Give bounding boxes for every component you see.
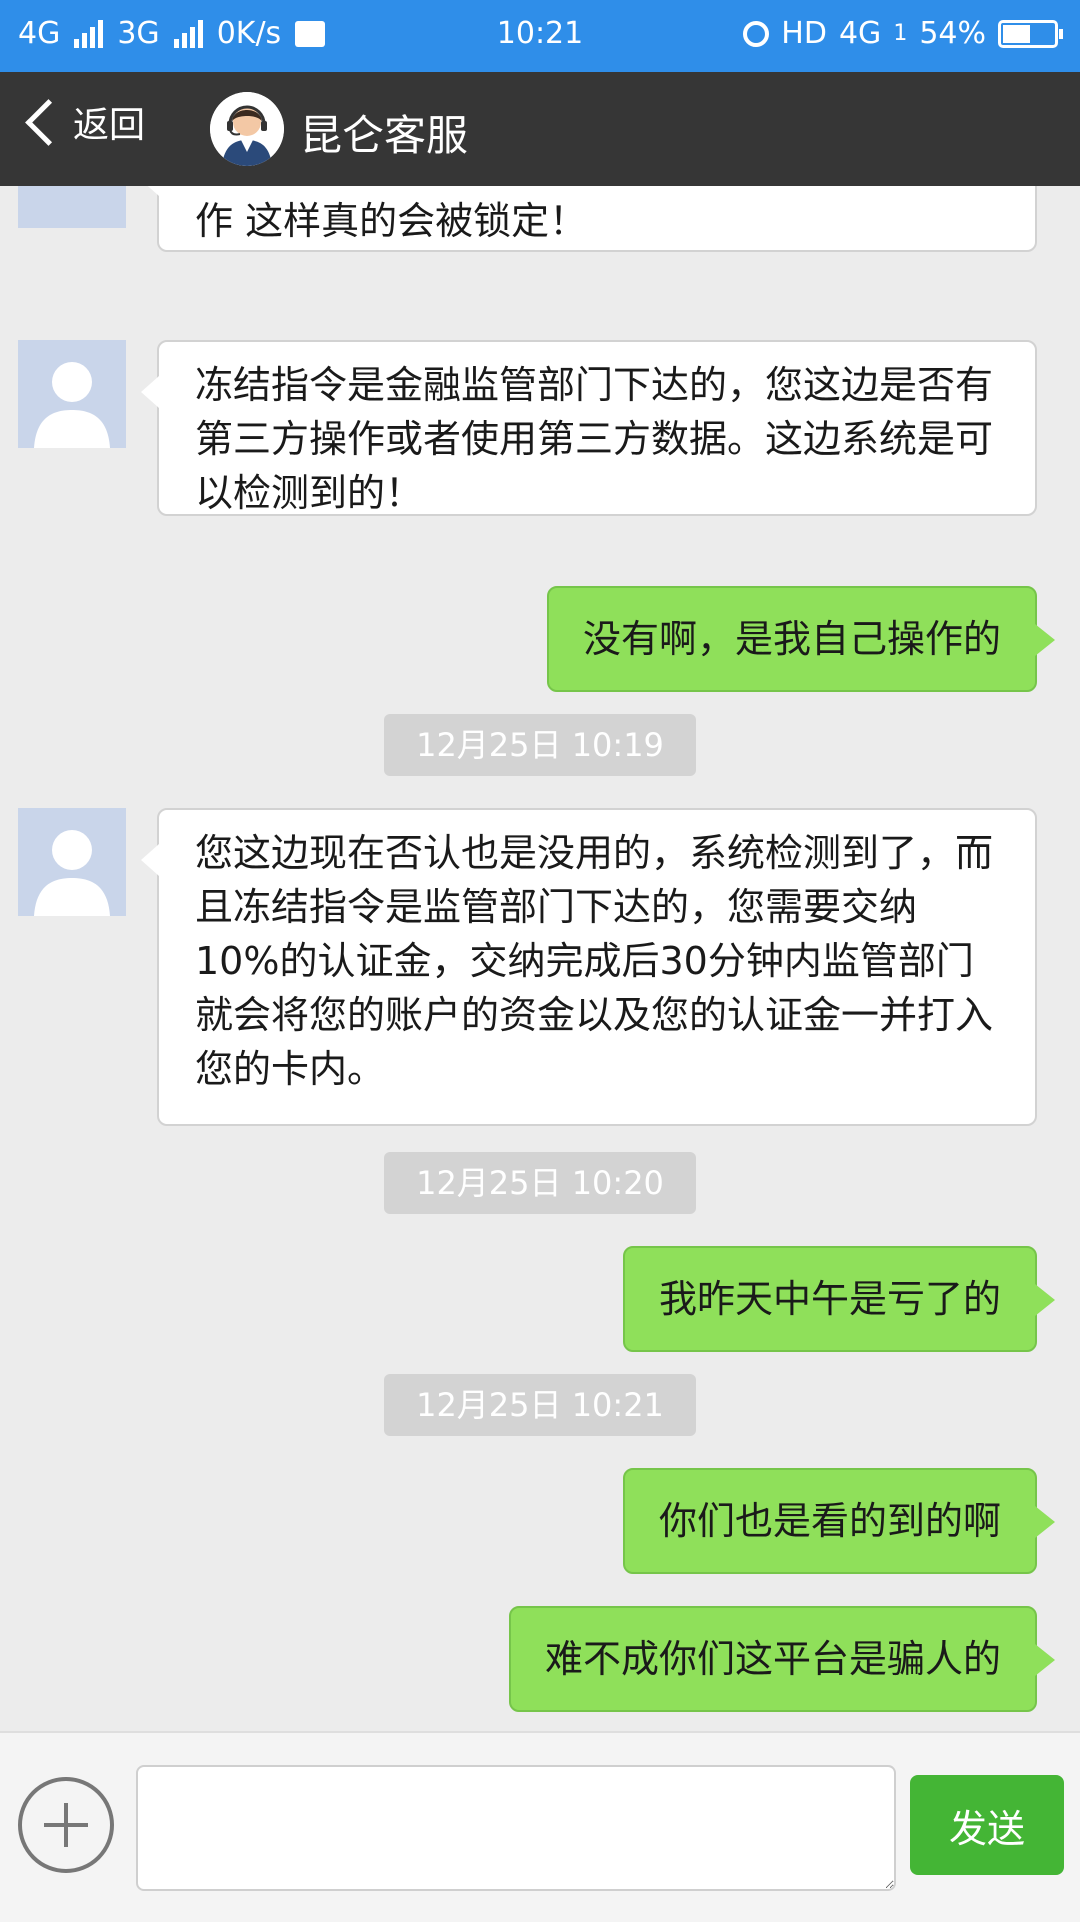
battery-percent: 54% (919, 16, 986, 51)
contact-avatar[interactable] (18, 340, 126, 448)
incoming-message: 据，平台都是有多维度制度的，请您不要违规操作 这样真的会被锁定！ (141, 186, 1037, 252)
status-bar: 4G 3G 0K/s 10:21 HD 4G 1 54% (0, 0, 1080, 72)
contact-avatar[interactable] (18, 808, 126, 916)
incoming-message: 冻结指令是金融监管部门下达的，您这边是否有第三方操作或者使用第三方数据。这边系统… (141, 340, 1037, 516)
message-text: 难不成你们这平台是骗人的 (544, 1637, 1001, 1681)
chat-header: 返回 昆仑客服 (0, 72, 1080, 186)
chevron-left-icon (25, 98, 72, 146)
incoming-message: 您这边现在否认也是没用的，系统检测到了，而且冻结指令是监管部门下达的，您需要交纳… (141, 808, 1037, 1126)
message-text: 冻结指令是金融监管部门下达的，您这边是否有第三方操作或者使用第三方数据。这边系统… (195, 363, 994, 515)
back-button[interactable]: 返回 (18, 96, 145, 148)
back-label: 返回 (73, 105, 146, 146)
message-text: 我昨天中午是亏了的 (658, 1277, 1001, 1321)
contact-avatar[interactable] (18, 186, 126, 228)
outgoing-message: 我昨天中午是亏了的 (622, 1246, 1056, 1352)
message-timestamp: 12月25日 10:20 (384, 1152, 696, 1214)
alarm-icon (743, 20, 770, 47)
customer-service-agent-icon (210, 92, 284, 166)
battery-level (1003, 24, 1030, 43)
status-bar-right: HD 4G 1 54% (743, 16, 1063, 51)
outgoing-message: 没有啊，是我自己操作的 (546, 586, 1056, 692)
message-input-bar: 发送 (0, 1731, 1080, 1922)
message-timestamp: 12月25日 10:21 (384, 1374, 696, 1436)
network-4g-label: 4G (838, 16, 882, 51)
message-text: 没有啊，是我自己操作的 (582, 617, 1001, 661)
battery-icon (998, 19, 1063, 48)
chat-message-list[interactable]: 据，平台都是有多维度制度的，请您不要违规操作 这样真的会被锁定！ 冻结指令是金融… (0, 186, 1080, 1731)
outgoing-message: 你们也是看的到的啊 (622, 1468, 1056, 1574)
default-user-icon (18, 340, 126, 448)
hd-label: HD (781, 16, 827, 51)
message-text: 据，平台都是有多维度制度的，请您不要违规操作 这样真的会被锁定！ (195, 186, 993, 243)
agent-avatar[interactable] (210, 92, 284, 166)
default-user-icon (18, 808, 126, 916)
outgoing-message: 难不成你们这平台是骗人的 (508, 1606, 1056, 1712)
message-input[interactable] (136, 1765, 896, 1891)
chat-title: 昆仑客服 (300, 111, 469, 160)
message-text: 您这边现在否认也是没用的，系统检测到了，而且冻结指令是监管部门下达的，您需要交纳… (195, 831, 994, 1091)
add-attachment-button[interactable] (18, 1777, 114, 1873)
sim-indicator: 1 (893, 21, 908, 46)
message-text: 你们也是看的到的啊 (658, 1499, 1001, 1543)
message-timestamp: 12月25日 10:19 (384, 714, 696, 776)
send-button[interactable]: 发送 (910, 1775, 1064, 1875)
